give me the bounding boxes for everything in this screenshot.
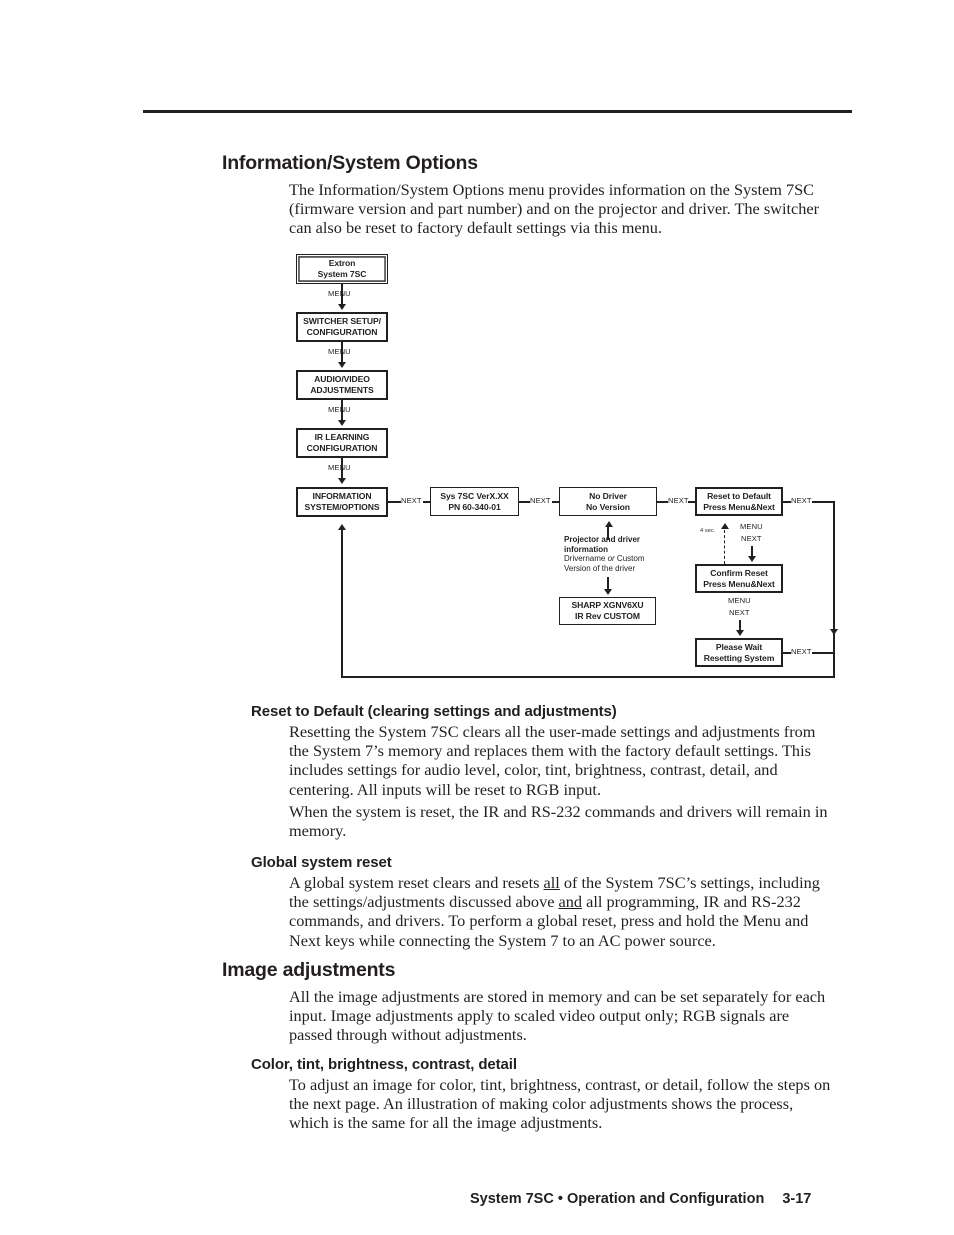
diagram-box-please-wait-line2: Resetting System: [703, 652, 775, 663]
diagram-box-extron-line2: System 7SC: [317, 269, 367, 279]
connector-nodriver-to-reset: [657, 501, 668, 503]
diagram-box-please-wait-line1: Please Wait: [715, 641, 763, 652]
diagram-label-four-sec: 4 sec.: [700, 528, 716, 534]
diagram-box-reset-line2: Press Menu&Next: [703, 501, 775, 512]
connector-reset-to-rail-b: [812, 501, 835, 503]
footer-title: System 7SC • Operation and Configuration: [470, 1191, 765, 1207]
diagram-label-next-3: NEXT: [668, 496, 689, 505]
arrow-down-to-sharp: [603, 589, 612, 595]
connector-sysversion-to-nodriver: [519, 501, 530, 503]
diagram-box-ir-learning-line1: IR LEARNING: [314, 432, 370, 442]
document-page: Information/System Options The Informati…: [0, 0, 954, 1235]
diagram-label-menu-3: MENU: [328, 405, 351, 414]
arrow-down-irlearning: [337, 478, 346, 484]
global-reset-underline-all: all: [543, 873, 560, 892]
diagram-box-information-line2: SYSTEM/OPTIONS: [304, 502, 380, 512]
page-title-information-system-options: Information/System Options: [222, 152, 478, 174]
annotation-sub-line1-italic: or: [607, 554, 615, 564]
diagram-box-extron-line1: Extron: [328, 258, 356, 268]
connector-information-to-sysversion: [388, 501, 401, 503]
diagram-box-ir-learning-line2: CONFIGURATION: [306, 443, 378, 453]
diagram-box-please-wait: Please Wait Resetting System: [695, 638, 783, 667]
paragraph-reset-to-default-1: Resetting the System 7SC clears all the …: [289, 722, 816, 799]
paragraph-info-system-options: The Information/System Options menu prov…: [289, 180, 820, 238]
diagram-box-no-driver-line1: No Driver: [589, 490, 627, 501]
annotation-sub-line1-b: Custom: [614, 554, 645, 564]
diagram-box-switcher-setup: SWITCHER SETUP/ CONFIGURATION: [296, 312, 388, 342]
global-reset-underline-and: and: [558, 892, 583, 912]
arrow-up-left-rail: [337, 524, 346, 530]
return-rail-left: [341, 530, 343, 677]
diagram-box-audio-video: AUDIO/VIDEO ADJUSTMENTS: [296, 370, 388, 400]
diagram-box-sys-version: Sys 7SC VerX.XX PN 60-340-01: [430, 487, 519, 516]
arrow-down-to-confirm: [747, 556, 756, 562]
footer: System 7SC • Operation and Configuration…: [470, 1191, 811, 1207]
diagram-box-sys-version-line2: PN 60-340-01: [448, 501, 501, 512]
diagram-box-sharp-driver: SHARP XGNV6XU IR Rev CUSTOM: [559, 597, 656, 625]
dashed-connector-four-sec: [724, 530, 725, 564]
diagram-label-menu-a: MENU: [740, 522, 763, 531]
diagram-box-extron: Extron System 7SC: [296, 254, 388, 284]
diagram-box-sharp-line2: IR Rev CUSTOM: [575, 611, 640, 621]
diagram-box-sys-version-line1: Sys 7SC VerX.XX: [440, 490, 509, 501]
diagram-box-switcher-setup-line1: SWITCHER SETUP/: [303, 316, 381, 326]
diagram-box-information-system-options: INFORMATION SYSTEM/OPTIONS: [296, 487, 388, 517]
diagram-label-next-a: NEXT: [741, 534, 762, 543]
diagram-box-sharp-line1: SHARP XGNV6XU: [571, 600, 644, 610]
footer-page-number: 3-17: [782, 1191, 812, 1207]
diagram-box-confirm-reset: Confirm Reset Press Menu&Next: [695, 564, 783, 593]
arrow-down-to-wait: [735, 630, 744, 636]
diagram-label-next-b: NEXT: [729, 608, 750, 617]
diagram-label-menu-1: MENU: [328, 289, 351, 298]
diagram-label-next-5: NEXT: [791, 647, 812, 656]
diagram-box-information-line1: INFORMATION: [312, 491, 372, 501]
arrow-down-extron: [337, 304, 346, 310]
heading-reset-to-default: Reset to Default (clearing settings and …: [251, 703, 617, 720]
diagram-box-switcher-setup-line2: CONFIGURATION: [306, 327, 378, 337]
diagram-box-no-driver-line2: No Version: [586, 501, 630, 512]
annotation-sub-line1: Drivername or Custom: [564, 554, 645, 564]
annotation-sub-line1-a: Drivername: [564, 554, 608, 564]
diagram-box-confirm-line2: Press Menu&Next: [703, 578, 775, 589]
diagram-box-audio-video-line2: ADJUSTMENTS: [310, 385, 374, 395]
paragraph-reset-to-default-2: When the system is reset, the IR and RS-…: [289, 802, 828, 841]
arrow-down-audiovideo: [337, 420, 346, 426]
arrow-up-four-sec: [720, 523, 729, 529]
diagram-label-next-1: NEXT: [401, 496, 422, 505]
return-rail-right: [833, 501, 835, 638]
paragraph-image-adjustments: All the image adjustments are stored in …: [289, 987, 826, 1045]
diagram-label-menu-2: MENU: [328, 347, 351, 356]
diagram-box-confirm-line1: Confirm Reset: [710, 567, 768, 578]
connector-reset-to-rail: [783, 501, 791, 503]
diagram-label-menu-4: MENU: [328, 463, 351, 472]
global-reset-part1: A global system reset clears and resets: [289, 873, 544, 892]
annotation-sub-line2: Version of the driver: [564, 563, 636, 573]
return-rail-bottom: [341, 676, 835, 678]
arrow-down-switcher: [337, 362, 346, 368]
diagram-label-menu-b: MENU: [728, 596, 751, 605]
connector-wait-to-rail-b: [812, 652, 834, 654]
heading-global-system-reset: Global system reset: [251, 854, 392, 871]
paragraph-color-tint: To adjust an image for color, tint, brig…: [289, 1075, 831, 1133]
connector-wait-to-rail: [783, 652, 791, 654]
diagram-annotation-projector-driver: Projector and driver information Drivern…: [564, 535, 645, 573]
heading-image-adjustments: Image adjustments: [222, 959, 396, 981]
paragraph-global-system-reset: A global system reset clears and resets …: [289, 873, 830, 950]
heading-color-tint-brightness: Color, tint, brightness, contrast, detai…: [251, 1056, 517, 1073]
diagram-box-reset-to-default: Reset to Default Press Menu&Next: [695, 487, 783, 516]
header-rule: [143, 110, 852, 113]
diagram-box-audio-video-line1: AUDIO/VIDEO: [314, 374, 370, 384]
arrow-down-right-rail: [830, 629, 838, 635]
diagram-box-reset-line1: Reset to Default: [707, 490, 771, 501]
return-rail-right-lower: [833, 636, 835, 677]
diagram-box-no-driver: No Driver No Version: [559, 487, 657, 516]
diagram-label-next-4: NEXT: [791, 496, 812, 505]
menu-navigation-flow-diagram: Extron System 7SC MENU SWITCHER SETUP/ C…: [0, 240, 954, 690]
annotation-title-line1: Projector and driver: [564, 535, 641, 544]
diagram-label-next-2: NEXT: [530, 496, 551, 505]
annotation-title-line2: information: [564, 544, 608, 554]
diagram-box-ir-learning: IR LEARNING CONFIGURATION: [296, 428, 388, 458]
